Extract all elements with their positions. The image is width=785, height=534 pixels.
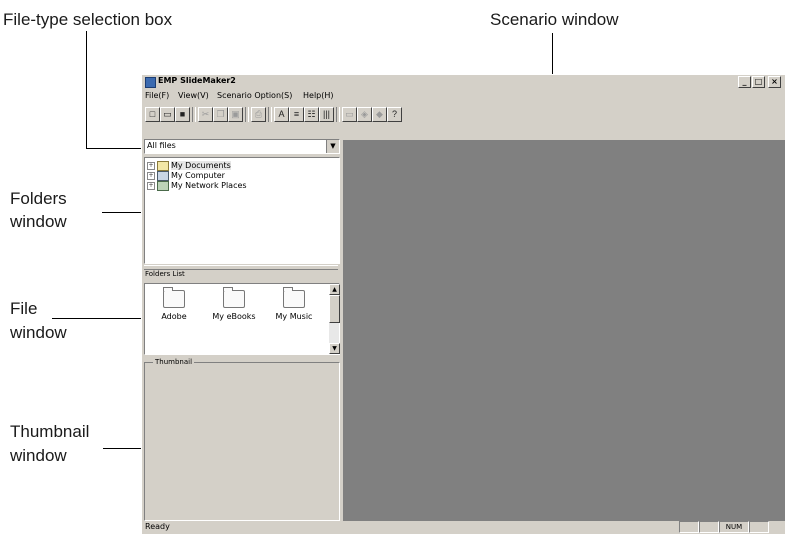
callout-thumbnail-window-line1: Thumbnail (10, 422, 90, 441)
menu-bar: File(F) View(V) Scenario Option(S) Help(… (142, 90, 785, 103)
print-icon[interactable]: ⎙ (251, 107, 266, 122)
status-panel (699, 521, 719, 533)
file-item-label: Adobe (161, 312, 187, 321)
status-bar: Ready NUM (142, 520, 785, 533)
file-item-my-ebooks[interactable]: My eBooks (207, 287, 261, 321)
scenario-window[interactable] (343, 140, 785, 521)
paste-icon[interactable]: ▣ (228, 107, 243, 122)
thumbnail-label: Thumbnail (153, 358, 195, 366)
tree-item-label: My Computer (171, 171, 225, 180)
close-button[interactable]: × (768, 76, 781, 88)
status-text: Ready (145, 522, 170, 531)
new-icon[interactable]: □ (145, 107, 160, 122)
folders-window: + My Documents + My Computer + My Networ… (144, 157, 340, 264)
toolbar: □ ▭ ■ ✂ ❐ ▣ ⎙ A ≡ ☷ ||| ▭ ◈ ◆ ? (142, 104, 785, 124)
folder-icon (223, 287, 245, 308)
send-icon[interactable]: ◆ (372, 107, 387, 122)
callout-thumbnail-window-line2: window (10, 446, 67, 465)
expand-icon[interactable]: + (147, 182, 155, 190)
scroll-thumb[interactable] (329, 295, 340, 323)
app-window: EMP SlideMaker2 _ □ × File(F) View(V) Sc… (141, 74, 785, 534)
play-icon[interactable]: ◈ (357, 107, 372, 122)
callout-folders-window-line2: window (10, 212, 67, 231)
toolbar-separator (336, 107, 340, 122)
toolbar-separator (192, 107, 196, 122)
detail-view-icon[interactable]: ☷ (304, 107, 319, 122)
file-scrollbar[interactable]: ▲ ▼ (329, 284, 340, 354)
tree-item-label: My Network Places (171, 181, 247, 190)
list-mode-icon[interactable]: ≡ (289, 107, 304, 122)
expand-icon[interactable]: + (147, 162, 155, 170)
left-pane: All files ▼ + My Documents + My Computer… (142, 127, 340, 524)
expand-icon[interactable]: + (147, 172, 155, 180)
menu-help[interactable]: Help(H) (303, 91, 334, 100)
file-window: Adobe My eBooks My Music ▲ ▼ (144, 283, 340, 355)
documents-folder-icon (157, 161, 169, 171)
toolbar-separator (268, 107, 272, 122)
window-title: EMP SlideMaker2 (158, 76, 236, 85)
computer-icon (157, 171, 169, 181)
callout-scenario-window: Scenario window (490, 10, 619, 29)
status-panel (749, 521, 769, 533)
file-item-label: My eBooks (212, 312, 256, 321)
title-bar[interactable]: EMP SlideMaker2 _ □ × (142, 75, 785, 89)
minimize-button[interactable]: _ (738, 76, 751, 88)
menu-file[interactable]: File(F) (145, 91, 169, 100)
menu-view[interactable]: View(V) (178, 91, 209, 100)
open-icon[interactable]: ▭ (160, 107, 175, 122)
callout-file-type-selection-box: File-type selection box (3, 10, 173, 29)
app-icon (145, 77, 156, 88)
folders-list-label: Folders List (145, 270, 185, 278)
scroll-up-icon[interactable]: ▲ (329, 284, 340, 295)
menu-scenario-option[interactable]: Scenario Option(S) (217, 91, 292, 100)
toolbar-separator (245, 107, 249, 122)
file-type-value: All files (147, 141, 176, 150)
file-type-select[interactable]: All files ▼ (144, 139, 340, 154)
text-mode-icon[interactable]: A (274, 107, 289, 122)
cut-icon[interactable]: ✂ (198, 107, 213, 122)
file-item-adobe[interactable]: Adobe (147, 287, 201, 321)
callout-file-window-line2: window (10, 323, 67, 342)
copy-icon[interactable]: ❐ (213, 107, 228, 122)
save-icon[interactable]: ■ (175, 107, 190, 122)
music-folder-icon (283, 287, 305, 308)
help-icon[interactable]: ? (387, 107, 402, 122)
folder-icon (163, 287, 185, 308)
monitor-icon[interactable]: ▭ (342, 107, 357, 122)
callout-line-file-type-v (86, 31, 87, 148)
callout-line-file-type-h (86, 148, 143, 149)
callout-file-window-line1: File (10, 299, 38, 318)
num-lock-indicator: NUM (719, 521, 749, 533)
callout-folders-window-line1: Folders (10, 189, 67, 208)
thumbnail-window: Thumbnail (144, 358, 340, 521)
network-places-icon (157, 181, 169, 191)
file-item-my-music[interactable]: My Music (267, 287, 321, 321)
maximize-button[interactable]: □ (752, 76, 765, 88)
scroll-down-icon[interactable]: ▼ (329, 343, 340, 354)
tree-item-label: My Documents (171, 161, 231, 170)
column-view-icon[interactable]: ||| (319, 107, 334, 122)
file-item-label: My Music (275, 312, 313, 321)
status-panel (679, 521, 699, 533)
chevron-down-icon[interactable]: ▼ (326, 140, 339, 153)
